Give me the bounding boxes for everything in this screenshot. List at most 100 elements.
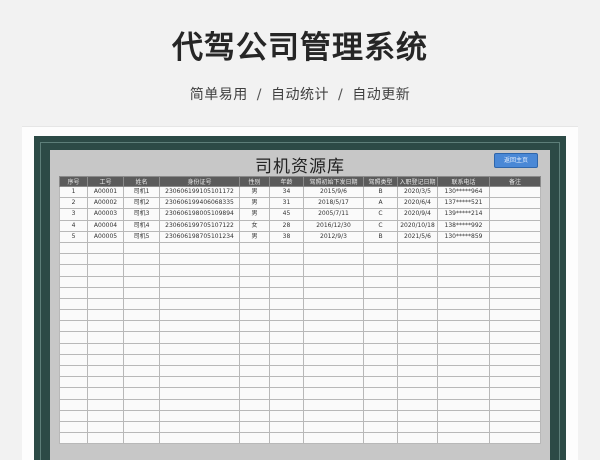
empty-cell[interactable] <box>397 275 438 288</box>
empty-cell[interactable] <box>159 264 240 277</box>
empty-cell[interactable] <box>239 286 270 299</box>
empty-cell[interactable] <box>159 432 240 445</box>
empty-cell[interactable] <box>239 342 270 355</box>
empty-cell[interactable] <box>269 420 304 434</box>
empty-cell[interactable] <box>59 342 88 355</box>
table-cell[interactable]: 130*****859 <box>437 230 490 243</box>
empty-cell[interactable] <box>123 320 160 333</box>
empty-cell[interactable] <box>489 364 541 378</box>
empty-cell[interactable] <box>489 297 541 311</box>
empty-cell[interactable] <box>489 420 541 434</box>
empty-cell[interactable] <box>123 241 160 255</box>
empty-cell[interactable] <box>87 376 124 389</box>
empty-cell[interactable] <box>303 353 364 367</box>
empty-cell[interactable] <box>239 387 270 400</box>
empty-cell[interactable] <box>303 409 364 422</box>
empty-cell[interactable] <box>159 387 240 400</box>
empty-cell[interactable] <box>489 387 541 400</box>
empty-cell[interactable] <box>59 398 88 411</box>
empty-cell[interactable] <box>489 309 541 322</box>
table-cell[interactable]: 男 <box>239 185 270 199</box>
table-cell[interactable]: 司机1 <box>123 185 160 199</box>
table-cell[interactable]: 1 <box>59 185 88 199</box>
empty-cell[interactable] <box>159 241 240 255</box>
empty-cell[interactable] <box>397 331 438 344</box>
empty-cell[interactable] <box>87 275 124 288</box>
table-cell[interactable]: 2021/5/6 <box>397 230 438 243</box>
empty-cell[interactable] <box>489 376 541 389</box>
empty-cell[interactable] <box>437 309 490 322</box>
empty-cell[interactable] <box>437 241 490 255</box>
empty-cell[interactable] <box>269 320 304 333</box>
table-cell[interactable] <box>489 185 541 199</box>
empty-cell[interactable] <box>397 387 438 400</box>
empty-cell[interactable] <box>397 364 438 378</box>
empty-cell[interactable] <box>239 275 270 288</box>
empty-cell[interactable] <box>269 253 304 266</box>
empty-cell[interactable] <box>159 297 240 311</box>
empty-cell[interactable] <box>303 309 364 322</box>
empty-cell[interactable] <box>437 286 490 299</box>
empty-cell[interactable] <box>159 364 240 378</box>
empty-cell[interactable] <box>303 420 364 434</box>
table-cell[interactable]: 230606198705101234 <box>159 230 240 243</box>
table-cell[interactable]: 28 <box>269 219 304 232</box>
empty-cell[interactable] <box>363 275 398 288</box>
empty-cell[interactable] <box>159 342 240 355</box>
empty-cell[interactable] <box>239 264 270 277</box>
empty-cell[interactable] <box>303 342 364 355</box>
empty-cell[interactable] <box>437 387 490 400</box>
empty-cell[interactable] <box>239 253 270 266</box>
empty-cell[interactable] <box>489 253 541 266</box>
empty-cell[interactable] <box>269 241 304 255</box>
empty-cell[interactable] <box>159 376 240 389</box>
empty-cell[interactable] <box>397 320 438 333</box>
empty-cell[interactable] <box>159 286 240 299</box>
empty-cell[interactable] <box>159 320 240 333</box>
empty-cell[interactable] <box>397 409 438 422</box>
empty-cell[interactable] <box>269 364 304 378</box>
empty-cell[interactable] <box>87 342 124 355</box>
empty-cell[interactable] <box>59 353 88 367</box>
empty-cell[interactable] <box>489 398 541 411</box>
empty-cell[interactable] <box>123 286 160 299</box>
empty-cell[interactable] <box>489 342 541 355</box>
empty-cell[interactable] <box>159 353 240 367</box>
empty-cell[interactable] <box>363 297 398 311</box>
table-cell[interactable]: 230606199406068335 <box>159 197 240 210</box>
empty-cell[interactable] <box>397 398 438 411</box>
table-cell[interactable]: 139*****214 <box>437 208 490 221</box>
empty-cell[interactable] <box>239 420 270 434</box>
empty-cell[interactable] <box>239 241 270 255</box>
table-cell[interactable]: 男 <box>239 230 270 243</box>
empty-cell[interactable] <box>303 253 364 266</box>
table-cell[interactable]: 2018/5/17 <box>303 197 364 210</box>
empty-cell[interactable] <box>87 432 124 445</box>
empty-cell[interactable] <box>437 320 490 333</box>
table-cell[interactable]: 2005/7/11 <box>303 208 364 221</box>
empty-cell[interactable] <box>437 432 490 445</box>
empty-cell[interactable] <box>59 376 88 389</box>
empty-cell[interactable] <box>437 275 490 288</box>
table-cell[interactable] <box>489 219 541 232</box>
empty-cell[interactable] <box>87 253 124 266</box>
table-cell[interactable]: 5 <box>59 230 88 243</box>
empty-cell[interactable] <box>239 398 270 411</box>
empty-cell[interactable] <box>59 264 88 277</box>
empty-cell[interactable] <box>269 286 304 299</box>
table-cell[interactable]: A00001 <box>87 185 124 199</box>
empty-cell[interactable] <box>123 398 160 411</box>
empty-cell[interactable] <box>437 420 490 434</box>
empty-cell[interactable] <box>87 264 124 277</box>
empty-cell[interactable] <box>303 264 364 277</box>
empty-cell[interactable] <box>303 364 364 378</box>
empty-cell[interactable] <box>397 286 438 299</box>
table-cell[interactable]: C <box>363 208 398 221</box>
empty-cell[interactable] <box>87 409 124 422</box>
table-cell[interactable]: A <box>363 197 398 210</box>
table-cell[interactable]: 34 <box>269 185 304 199</box>
table-cell[interactable]: 2020/3/5 <box>397 185 438 199</box>
empty-cell[interactable] <box>397 376 438 389</box>
empty-cell[interactable] <box>123 275 160 288</box>
empty-cell[interactable] <box>87 387 124 400</box>
